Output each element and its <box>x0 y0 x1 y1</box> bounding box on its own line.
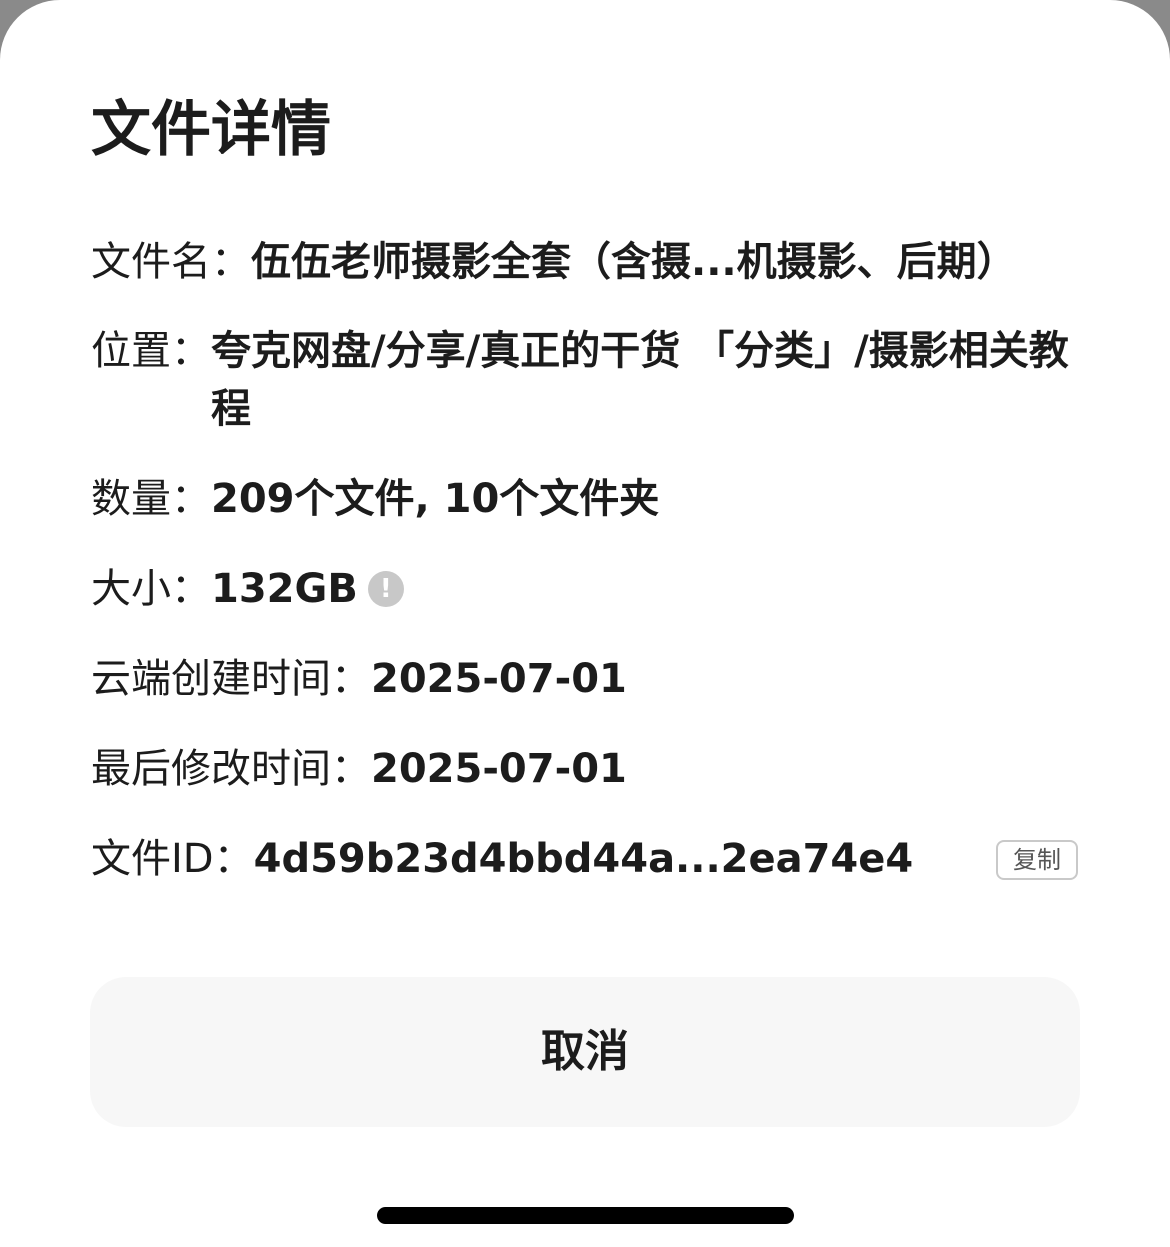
file-id-value: 4d59b23d4bbd44a...2ea74e4 <box>253 836 914 882</box>
file-id-label: 文件ID： <box>91 836 254 882</box>
size-label: 大小： <box>91 566 211 612</box>
modified-time-value: 2025-07-01 <box>371 746 627 792</box>
copy-button[interactable]: 复制 <box>996 840 1078 880</box>
created-time-label: 云端创建时间： <box>91 656 371 702</box>
modified-time-row: 最后修改时间： 2025-07-01 <box>91 740 627 798</box>
home-indicator[interactable] <box>377 1207 794 1224</box>
count-label: 数量： <box>91 476 211 522</box>
size-row: 大小： 132GB ! <box>91 560 404 618</box>
file-id-row: 文件ID： 4d59b23d4bbd44a...2ea74e4 <box>91 830 1081 888</box>
file-details-sheet: 文件详情 文件名： 伍伍老师摄影全套（含摄...机摄影、后期） 位置： 夸克网盘… <box>0 0 1170 1247</box>
created-time-row: 云端创建时间： 2025-07-01 <box>91 650 627 708</box>
location-value: 夸克网盘/分享/真正的干货 「分类」/摄影相关教程 <box>211 328 1069 432</box>
location-label: 位置： <box>91 328 211 374</box>
created-time-value: 2025-07-01 <box>371 656 627 702</box>
count-row: 数量： 209个文件, 10个文件夹 <box>91 470 659 528</box>
file-name-row: 文件名： 伍伍老师摄影全套（含摄...机摄影、后期） <box>91 233 1017 291</box>
file-name-value: 伍伍老师摄影全套（含摄...机摄影、后期） <box>251 239 1017 285</box>
modified-time-label: 最后修改时间： <box>91 746 371 792</box>
cancel-button[interactable]: 取消 <box>90 977 1080 1127</box>
count-value: 209个文件, 10个文件夹 <box>211 476 660 522</box>
info-icon[interactable]: ! <box>367 571 404 607</box>
location-row: 位置： 夸克网盘/分享/真正的干货 「分类」/摄影相关教程 <box>91 322 1076 438</box>
file-name-label: 文件名： <box>91 239 251 285</box>
dialog-title: 文件详情 <box>91 95 331 165</box>
size-value: 132GB <box>211 566 358 612</box>
